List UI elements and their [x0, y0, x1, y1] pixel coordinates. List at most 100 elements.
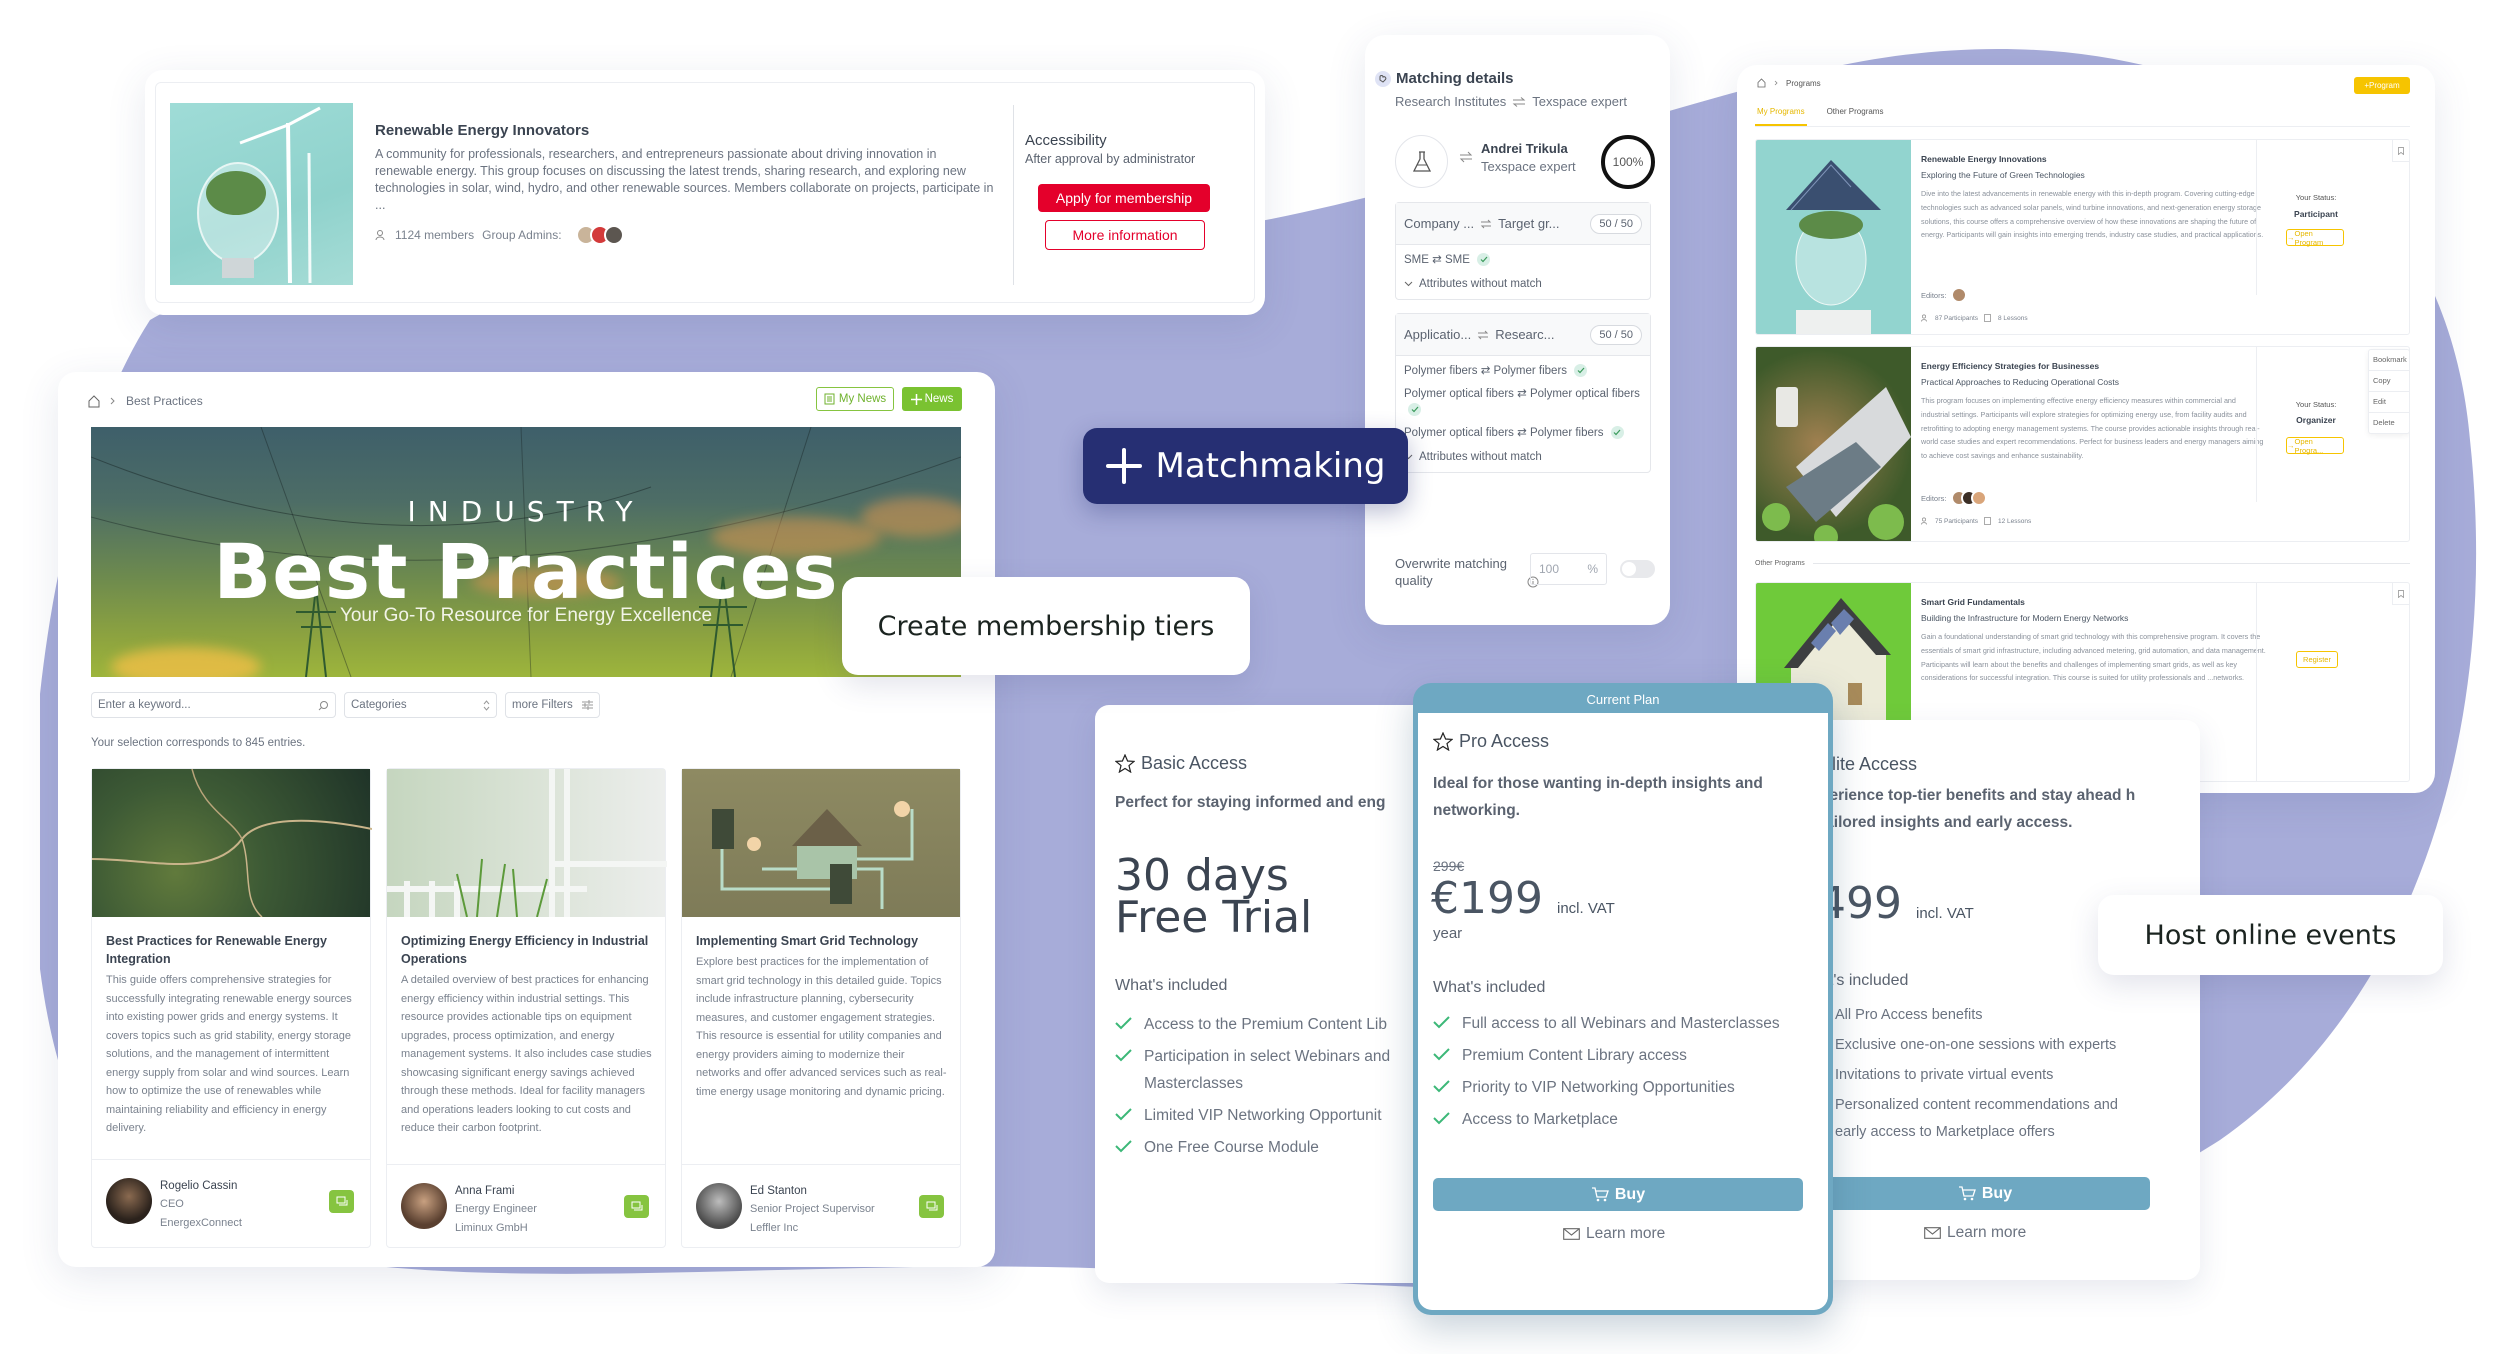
feature-list: Access to the Premium Content Lib Partic…: [1115, 1011, 1435, 1166]
categories-select[interactable]: Categories: [344, 692, 497, 718]
menu-item-edit[interactable]: Edit: [2369, 392, 2409, 413]
buy-button[interactable]: Buy: [1820, 1177, 2150, 1210]
learn-more-link[interactable]: Learn more: [1924, 1224, 2026, 1242]
person-name[interactable]: Andrei Trikula: [1481, 141, 1568, 156]
matchmaking-label: Matchmaking: [1155, 446, 1386, 486]
home-icon[interactable]: [88, 394, 100, 408]
plan-old-price: 299€: [1433, 858, 1465, 874]
search-icon[interactable]: [318, 700, 329, 711]
sort-arrows-icon: [483, 699, 490, 711]
open-program-button[interactable]: → Open Progra...: [2286, 437, 2344, 455]
home-icon[interactable]: [1757, 78, 1766, 88]
feature-item: Limited VIP Networking Opportunit: [1115, 1102, 1435, 1129]
plan-body: Pro Access Ideal for those wanting in-de…: [1418, 713, 1828, 1310]
match-group-header[interactable]: Company ... Target gr... 50 / 50: [1396, 203, 1650, 245]
matchmaking-callout[interactable]: Matchmaking: [1083, 428, 1408, 504]
feature-item: Full access to all Webinars and Mastercl…: [1433, 1010, 1823, 1037]
match-group-right: Researc...: [1495, 327, 1555, 342]
participants-count: 87 Participants: [1935, 314, 1978, 322]
match-group: Applicatio... Researc... 50 / 50 Polymer…: [1395, 313, 1651, 473]
attributes-without-match-toggle[interactable]: Attributes without match: [1396, 451, 1650, 463]
author-name[interactable]: Rogelio Cassin: [160, 1180, 237, 1192]
tab-my-programs[interactable]: My Programs: [1755, 103, 1807, 126]
program-stats: 75 Participants 12 Lessons: [1921, 517, 2031, 525]
program-image: [1756, 347, 1911, 541]
chat-button[interactable]: [329, 1190, 354, 1213]
register-label: Register: [2303, 655, 2331, 664]
author-avatar[interactable]: [696, 1183, 742, 1229]
overwrite-quality-toggle[interactable]: [1620, 560, 1655, 578]
check-icon: [1433, 1048, 1450, 1069]
chat-icon: [926, 1201, 938, 1212]
menu-item-bookmark[interactable]: Bookmark: [2369, 350, 2409, 371]
article-title[interactable]: Best Practices for Renewable Energy Inte…: [106, 932, 356, 968]
author-name[interactable]: Ed Stanton: [750, 1185, 807, 1197]
feature-text: Participation in select Webinars and Mas…: [1144, 1048, 1391, 1092]
plan-period: year: [1433, 925, 1463, 942]
program-title[interactable]: Energy Efficiency Strategies for Busines…: [1921, 361, 2099, 371]
author-name[interactable]: Anna Frami: [455, 1185, 514, 1197]
chat-button[interactable]: [624, 1195, 649, 1218]
avatar[interactable]: [1951, 287, 1968, 303]
open-program-button[interactable]: → Open Program: [2286, 229, 2344, 247]
current-plan-badge: Current Plan: [1586, 692, 1660, 707]
plan-vat: incl. VAT: [1915, 905, 1974, 922]
program-title[interactable]: Renewable Energy Innovations: [1921, 154, 2047, 164]
participants-icon: [1921, 517, 1929, 525]
avatar[interactable]: [1971, 490, 1988, 506]
keyword-search-input[interactable]: Enter a keyword...: [91, 692, 336, 718]
tab-other-programs[interactable]: Other Programs: [1825, 103, 1886, 126]
included-label: What's included: [1433, 979, 1546, 996]
menu-item-delete[interactable]: Delete: [2369, 413, 2409, 433]
article-title[interactable]: Optimizing Energy Efficiency in Industri…: [401, 932, 651, 968]
group-title[interactable]: Renewable Energy Innovators: [375, 122, 589, 139]
overwrite-quality-input[interactable]: 100 %: [1530, 553, 1607, 585]
author-avatar[interactable]: [401, 1183, 447, 1229]
add-program-button[interactable]: + Program: [2354, 77, 2410, 94]
buy-button[interactable]: Buy: [1433, 1178, 1803, 1211]
attributes-without-match-toggle[interactable]: Attributes without match: [1396, 278, 1650, 290]
chat-button[interactable]: [919, 1195, 944, 1218]
plan-price-value: €199: [1431, 873, 1543, 924]
divider: [1013, 105, 1014, 285]
add-news-label: News: [924, 393, 954, 405]
breadcrumb-current[interactable]: Programs: [1786, 79, 1821, 88]
check-icon: [1610, 426, 1624, 440]
register-button[interactable]: Register: [2296, 651, 2338, 668]
article-card[interactable]: Implementing Smart Grid Technology Explo…: [681, 768, 961, 1248]
program-context-menu: Bookmark Copy Edit Delete: [2368, 349, 2409, 434]
add-program-label: Program: [2368, 81, 2400, 90]
match-group-score: 50 / 50: [1590, 324, 1642, 345]
overwrite-quality-unit: %: [1587, 562, 1598, 576]
author-role: CEO: [160, 1198, 184, 1210]
add-news-button[interactable]: News: [902, 387, 962, 411]
author-role: Senior Project Supervisor: [750, 1203, 875, 1215]
program-card[interactable]: Renewable Energy Innovations Exploring t…: [1755, 139, 2410, 335]
my-news-button[interactable]: My News: [816, 387, 894, 411]
article-title[interactable]: Implementing Smart Grid Technology: [696, 932, 946, 950]
menu-item-copy[interactable]: Copy: [2369, 371, 2409, 392]
check-icon: [1115, 1049, 1132, 1097]
more-filters-button[interactable]: more Filters: [505, 692, 600, 718]
learn-more-link[interactable]: Learn more: [1563, 1225, 1665, 1243]
article-card[interactable]: Optimizing Energy Efficiency in Industri…: [386, 768, 667, 1248]
author-company: Liminux GmbH: [455, 1222, 528, 1234]
more-information-button[interactable]: More information: [1045, 220, 1205, 250]
author-avatar[interactable]: [106, 1178, 152, 1224]
match-group-header[interactable]: Applicatio... Researc... 50 / 50: [1396, 314, 1650, 356]
article-card[interactable]: Best Practices for Renewable Energy Inte…: [91, 768, 372, 1248]
included-label: What's included: [1115, 977, 1228, 994]
program-card[interactable]: Energy Efficiency Strategies for Busines…: [1755, 346, 2410, 542]
bookmark-icon[interactable]: [2392, 583, 2409, 605]
feature-text: Limited VIP Networking Opportunit: [1144, 1107, 1382, 1124]
plan-name-text: Elite Access: [1820, 754, 1918, 774]
matching-subtitle: Research Institutes Texspace expert: [1395, 94, 1627, 109]
match-row-left: Polymer fibers: [1404, 365, 1478, 377]
bookmark-icon[interactable]: [2392, 140, 2409, 162]
program-title[interactable]: Smart Grid Fundamentals: [1921, 597, 2025, 607]
avatar[interactable]: [603, 225, 624, 245]
apply-membership-button[interactable]: Apply for membership: [1038, 184, 1210, 212]
check-icon: [1433, 1016, 1450, 1037]
breadcrumb-current[interactable]: Best Practices: [126, 394, 203, 408]
group-meta: 1124 members Group Admins:: [375, 225, 624, 245]
